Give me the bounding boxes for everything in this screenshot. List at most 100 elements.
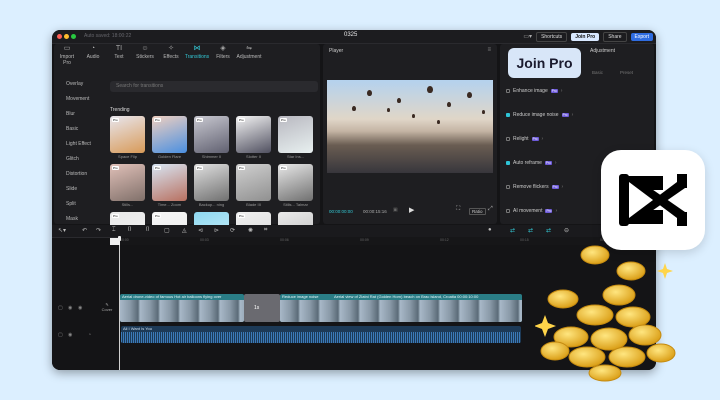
audio-clip[interactable]: All I Want Is You [121, 326, 521, 343]
checkbox[interactable] [506, 137, 510, 141]
adjust-option[interactable]: Enhance image Pro › [506, 88, 562, 94]
category-movement[interactable]: Movement [56, 92, 100, 107]
play-icon[interactable]: ▶ [409, 206, 414, 214]
transition-search-input[interactable]: Search for transitions [110, 81, 318, 92]
tab-transitions[interactable]: ⋈ Transitions [184, 45, 210, 66]
preview-axis-icon[interactable]: ⇄ [546, 227, 551, 234]
crop-tool-icon[interactable]: ⌗ [264, 227, 267, 234]
transition-thumbnail[interactable]: Pro [152, 164, 187, 201]
join-pro-button[interactable]: Join Pro [571, 32, 600, 41]
minimize-window-button[interactable] [64, 34, 69, 39]
pro-badge: Pro [238, 214, 245, 218]
hide-track-icon[interactable]: ◉ [68, 305, 72, 311]
mirror-icon[interactable]: ⊳ [214, 227, 219, 234]
pro-badge: Pro [238, 118, 245, 122]
category-overlay[interactable]: Overlay [56, 77, 100, 92]
playhead-handle[interactable] [118, 236, 121, 241]
checkbox[interactable] [506, 89, 510, 93]
export-button[interactable]: Export [630, 32, 653, 41]
checkbox[interactable] [506, 185, 510, 189]
transition-thumbnail[interactable]: Pro [278, 164, 313, 201]
mute-track-icon[interactable]: ◉ [78, 305, 82, 311]
redo-icon[interactable]: ↷ [96, 227, 101, 234]
tab-stickers[interactable]: ☺ Stickers [132, 45, 158, 66]
audio-settings-icon[interactable]: ◔ [88, 332, 91, 338]
undo-icon[interactable]: ↶ [82, 227, 87, 234]
delete-icon[interactable]: ▢ [164, 227, 170, 234]
category-light-effect[interactable]: Light Effect [56, 137, 100, 152]
select-tool-icon[interactable]: ↖▾ [58, 227, 66, 234]
reverse-icon[interactable]: ⊲ [198, 227, 203, 234]
tab-label: Transitions [184, 54, 210, 60]
category-basic[interactable]: Basic [56, 122, 100, 137]
pro-badge: Pro [112, 214, 119, 218]
join-pro-popup[interactable]: Join Pro [508, 48, 581, 78]
checkbox[interactable] [506, 161, 510, 165]
maximize-window-button[interactable] [71, 34, 76, 39]
adjust-option[interactable]: Reduce image noise Pro › [506, 112, 573, 118]
import-icon: ▭ [63, 45, 71, 52]
freeze-icon[interactable]: ✺ [248, 227, 253, 234]
pro-badge: Pro [551, 185, 559, 189]
tab-sublabel: Pro [63, 60, 71, 66]
expand-icon[interactable]: ⤢ [488, 206, 493, 213]
tab-filters[interactable]: ◈ Filters [210, 45, 236, 66]
tab-effects[interactable]: ✧ Effects [158, 45, 184, 66]
adjust-option[interactable]: AI movement Pro › [506, 208, 557, 214]
category-glitch[interactable]: Glitch [56, 152, 100, 167]
ratio-button[interactable]: Ratio [469, 208, 486, 215]
transition-thumbnail[interactable]: Pro [110, 116, 145, 153]
close-window-button[interactable] [57, 34, 62, 39]
crop-icon[interactable]: ⛶ [456, 206, 460, 213]
media-panel: ▭ Import Pro ◔ Audio TI Text ☺ Stickers ✧ Effects ⋈… [54, 44, 320, 249]
link-icon[interactable]: ⇄ [510, 227, 515, 234]
rotate-icon[interactable]: ⟳ [230, 227, 235, 234]
tab-text[interactable]: TI Text [106, 45, 132, 66]
split-left-icon[interactable]: ⌷ [128, 227, 132, 234]
player-label: Player [329, 48, 344, 54]
transition-thumbnail[interactable]: Pro [152, 116, 187, 153]
lock-track-icon[interactable]: ▢ [58, 305, 63, 311]
fullscreen-preview-icon[interactable]: ▣ [393, 207, 398, 213]
tab-adjustment[interactable]: ⇋ Adjustment [236, 45, 262, 66]
transition-label: Stills... Talmar [283, 202, 308, 207]
split-right-icon[interactable]: ⌷ [146, 227, 150, 234]
checkbox[interactable] [506, 209, 510, 213]
transition-thumbnail[interactable]: Pro [194, 164, 229, 201]
transition-label: Blade III [246, 202, 261, 207]
category-split[interactable]: Split [56, 197, 100, 212]
transition-thumbnail[interactable]: Pro [194, 116, 229, 153]
tab-preset[interactable]: Preset [620, 70, 633, 75]
zoom-out-icon[interactable]: ⊖ [564, 227, 569, 234]
adjust-option[interactable]: Relight Pro › [506, 136, 543, 142]
microphone-icon[interactable]: ● [488, 227, 492, 233]
category-blur[interactable]: Blur [56, 107, 100, 122]
transition-marker[interactable]: 1s [244, 294, 280, 322]
checkbox[interactable] [506, 113, 510, 117]
transition-thumbnail[interactable]: Pro [110, 164, 145, 201]
layout-icon[interactable]: ▭▾ [523, 33, 532, 40]
shortcuts-button[interactable]: Shortcuts [536, 31, 568, 42]
category-slide[interactable]: Slide [56, 182, 100, 197]
snap-icon[interactable]: ⇄ [528, 227, 533, 234]
mask-icon[interactable]: ◬ [182, 227, 187, 234]
tab-audio[interactable]: ◔ Audio [80, 45, 106, 66]
menu-icon[interactable]: ≡ [487, 47, 491, 53]
split-icon[interactable]: ⌶ [112, 227, 116, 234]
lock-audio-icon[interactable]: ▢ [58, 332, 63, 338]
tab-adjustment[interactable]: Adjustment [590, 48, 615, 54]
mute-audio-icon[interactable]: ◉ [68, 332, 72, 338]
category-distortion[interactable]: Distortion [56, 167, 100, 182]
tab-import[interactable]: ▭ Import Pro [54, 45, 80, 66]
transition-thumbnail[interactable]: Pro [236, 164, 271, 201]
adjust-option[interactable]: Auto reframe Pro › [506, 160, 557, 166]
adjust-option[interactable]: Remove flickers Pro › [506, 184, 563, 190]
transition-thumbnail[interactable]: Pro [236, 116, 271, 153]
tab-basic[interactable]: Basic [592, 70, 603, 75]
clip-effect-tag: Reduce image noise [282, 294, 319, 299]
video-clip[interactable]: Reduce image noise Aerial view of Zlatni… [280, 294, 522, 322]
share-button[interactable]: Share [603, 31, 627, 42]
video-clip[interactable]: Aerial drone-video of famous Hot air bal… [120, 294, 244, 322]
transition-thumbnail[interactable]: Pro [278, 116, 313, 153]
cover-button[interactable]: ✎ Cover [97, 302, 117, 312]
